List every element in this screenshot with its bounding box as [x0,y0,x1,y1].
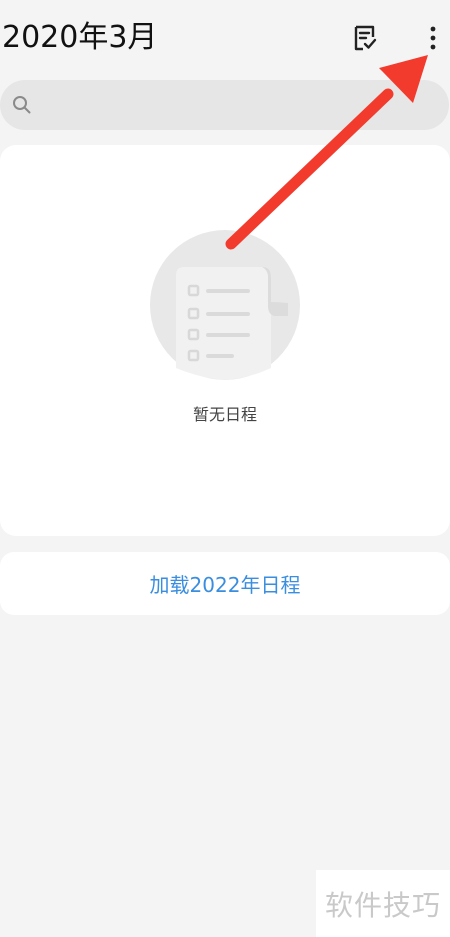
load-schedule-label: 加载2022年日程 [149,573,301,597]
app-header: 2020年3月 [0,0,450,78]
search-input[interactable] [42,80,436,132]
empty-schedule-icon [150,230,300,380]
schedule-card: 暂无日程 [0,145,450,536]
page-title: 2020年3月 [2,20,158,55]
todo-button[interactable] [347,20,383,56]
load-schedule-button[interactable]: 加载2022年日程 [0,552,450,615]
watermark: 软件技巧 [316,870,450,937]
todo-checklist-icon [354,25,377,51]
more-vertical-icon [430,26,436,50]
search-icon [12,95,32,115]
empty-state-text: 暂无日程 [192,405,257,424]
more-options-button[interactable] [415,20,450,56]
search-bar[interactable] [0,80,449,132]
